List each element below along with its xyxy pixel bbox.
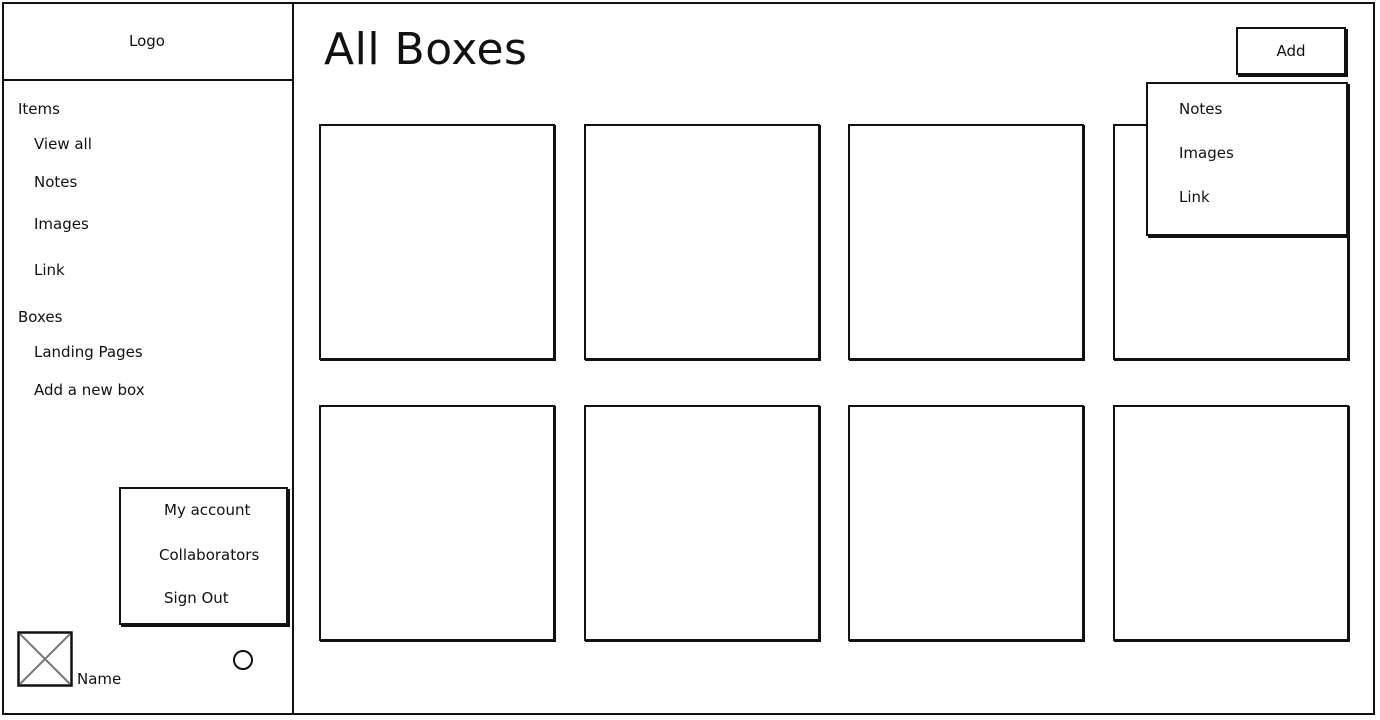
avatar-placeholder-icon [17, 631, 73, 687]
box-card[interactable] [1113, 405, 1349, 641]
sidebar-section-items: Items [18, 100, 60, 118]
status-circle-icon[interactable] [233, 650, 253, 670]
box-card[interactable] [319, 124, 555, 360]
sidebar-item-notes[interactable]: Notes [34, 173, 77, 191]
box-card[interactable] [584, 405, 820, 641]
account-menu-collaborators[interactable]: Collaborators [159, 546, 259, 564]
add-menu: Notes Images Link [1146, 82, 1348, 236]
avatar[interactable] [17, 631, 73, 687]
sidebar-item-view-all[interactable]: View all [34, 135, 92, 153]
user-name: Name [77, 670, 122, 688]
box-card[interactable] [319, 405, 555, 641]
account-menu-sign-out[interactable]: Sign Out [164, 589, 229, 607]
box-card[interactable] [848, 405, 1084, 641]
logo-label: Logo [129, 31, 165, 50]
account-menu-my-account[interactable]: My account [164, 501, 250, 519]
box-card[interactable] [848, 124, 1084, 360]
add-menu-link[interactable]: Link [1179, 188, 1210, 206]
logo[interactable]: Logo [2, 2, 292, 81]
add-button[interactable]: Add [1236, 27, 1346, 75]
sidebar-item-link[interactable]: Link [34, 261, 65, 279]
sidebar-section-boxes: Boxes [18, 308, 63, 326]
page-title: All Boxes [324, 24, 528, 75]
sidebar-item-landing-pages[interactable]: Landing Pages [34, 343, 143, 361]
account-menu: My account Collaborators Sign Out [119, 487, 288, 625]
add-menu-notes[interactable]: Notes [1179, 100, 1222, 118]
box-card[interactable] [584, 124, 820, 360]
add-menu-images[interactable]: Images [1179, 144, 1234, 162]
sidebar-item-images[interactable]: Images [34, 215, 89, 233]
sidebar-item-add-new-box[interactable]: Add a new box [34, 381, 145, 399]
